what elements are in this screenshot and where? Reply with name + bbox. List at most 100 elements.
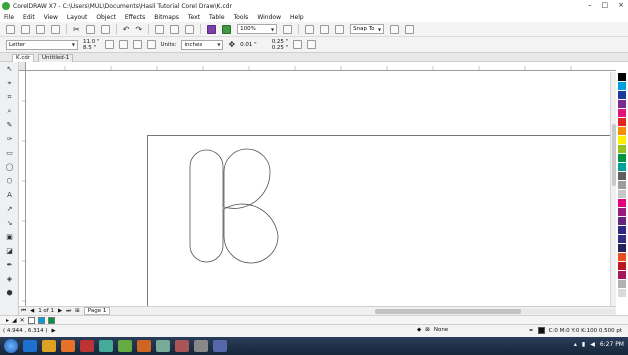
menu-table[interactable]: Table: [209, 14, 225, 21]
app-icon[interactable]: [194, 340, 208, 352]
all-pages-icon[interactable]: [132, 40, 142, 49]
crop-icon[interactable]: ⌗: [5, 93, 14, 101]
horizontal-scroll-thumb[interactable]: [375, 309, 521, 314]
internet-explorer-icon[interactable]: [23, 340, 37, 352]
palette-swatch[interactable]: [618, 181, 626, 189]
palette-menu-icon[interactable]: ◢: [12, 317, 17, 324]
palette-swatch[interactable]: [618, 73, 626, 81]
palette-swatch[interactable]: [618, 199, 626, 207]
application-launcher-icon[interactable]: [207, 24, 217, 34]
menu-edit[interactable]: Edit: [23, 14, 35, 21]
last-page-icon[interactable]: ⏭: [66, 308, 71, 315]
volume-icon[interactable]: ◀: [590, 341, 595, 348]
undo-icon[interactable]: ↶: [123, 25, 130, 34]
quick-customize-icon[interactable]: [307, 40, 317, 49]
drawing-canvas[interactable]: [26, 72, 610, 306]
minimize-button[interactable]: –: [588, 1, 592, 9]
palette-swatch[interactable]: [618, 64, 626, 72]
palette-arrow-icon[interactable]: ▸: [6, 317, 9, 324]
parallel-dimension-icon[interactable]: ↗: [5, 205, 14, 213]
play-icon[interactable]: ▶: [52, 328, 56, 334]
palette-swatch[interactable]: [618, 118, 626, 126]
pick-icon[interactable]: ↖: [5, 65, 14, 73]
print-icon[interactable]: [51, 24, 60, 34]
color-eyedropper-icon[interactable]: ✒: [5, 261, 14, 269]
artistic-media-icon[interactable]: ✑: [5, 135, 14, 143]
snap-to-dropdown[interactable]: Snap To ▼: [350, 24, 385, 34]
doc-swatch-green[interactable]: [47, 316, 55, 324]
connector-icon[interactable]: ↘: [5, 219, 14, 227]
zoom-level-dropdown[interactable]: 100% ▼: [237, 24, 278, 34]
open-icon[interactable]: [21, 24, 30, 34]
menu-file[interactable]: File: [4, 14, 14, 21]
polygon-icon[interactable]: ⬡: [5, 177, 14, 185]
tab-untitled-1[interactable]: Untitled-1: [38, 54, 74, 62]
text-icon[interactable]: A: [5, 191, 14, 199]
firefox-icon[interactable]: [61, 340, 75, 352]
palette-swatch[interactable]: [618, 271, 626, 279]
page-tab[interactable]: Page 1: [83, 307, 111, 315]
smart-fill-icon[interactable]: ⬢: [5, 289, 14, 297]
menu-window[interactable]: Window: [257, 14, 281, 21]
full-screen-icon[interactable]: [283, 24, 293, 34]
palette-swatch[interactable]: [618, 244, 626, 252]
palette-swatch[interactable]: [618, 100, 626, 108]
zoom-icon[interactable]: ⌕: [5, 107, 14, 115]
paste-icon[interactable]: [100, 24, 110, 34]
tab-k-cdr[interactable]: K.cdr: [12, 54, 35, 62]
coreldraw-app-icon[interactable]: [2, 2, 10, 10]
palette-swatch[interactable]: [618, 217, 626, 225]
coreldraw-taskbar-icon[interactable]: [118, 340, 132, 352]
app-icon[interactable]: [137, 340, 151, 352]
show-guidelines-icon[interactable]: [335, 24, 345, 34]
application-options-icon[interactable]: [405, 24, 415, 34]
page-height-field[interactable]: 8.5 ": [83, 45, 100, 51]
add-page-icon[interactable]: ⊞: [75, 308, 80, 314]
start-button[interactable]: [4, 339, 18, 353]
new-document-icon[interactable]: [6, 24, 15, 34]
paper-size-dropdown[interactable]: Letter ▼: [6, 39, 78, 50]
palette-swatch[interactable]: [618, 163, 626, 171]
doc-swatch-blue[interactable]: [37, 316, 45, 324]
menu-help[interactable]: Help: [290, 14, 304, 21]
coreldraw-active-icon[interactable]: [156, 340, 170, 352]
options-icon[interactable]: [390, 24, 400, 34]
interactive-fill-icon[interactable]: ◈: [5, 275, 14, 283]
maximize-button[interactable]: □: [602, 1, 609, 9]
next-page-icon[interactable]: ▶: [58, 308, 62, 314]
network-icon[interactable]: ▮: [582, 341, 585, 348]
redo-icon[interactable]: ↷: [135, 25, 142, 34]
import-icon[interactable]: [170, 24, 180, 34]
show-grid-icon[interactable]: [320, 24, 330, 34]
show-rulers-icon[interactable]: [305, 24, 315, 34]
close-button[interactable]: ×: [618, 1, 624, 9]
app-icon[interactable]: [175, 340, 189, 352]
outline-color-swatch[interactable]: [537, 327, 545, 334]
palette-swatch[interactable]: [618, 145, 626, 153]
palette-swatch[interactable]: [618, 235, 626, 243]
palette-swatch[interactable]: [618, 190, 626, 198]
menu-layout[interactable]: Layout: [67, 14, 87, 21]
units-dropdown[interactable]: inches ▼: [181, 39, 224, 50]
palette-swatch[interactable]: [618, 253, 626, 261]
treat-as-filled-icon[interactable]: [293, 40, 303, 49]
vertical-ruler[interactable]: [19, 71, 26, 306]
search-content-icon[interactable]: [155, 24, 165, 34]
portrait-icon[interactable]: [104, 40, 114, 49]
palette-swatch[interactable]: [618, 289, 626, 297]
file-explorer-icon[interactable]: [42, 340, 56, 352]
tray-arrow-icon[interactable]: ▴: [574, 341, 577, 348]
welcome-screen-icon[interactable]: [222, 24, 232, 34]
palette-swatch[interactable]: [618, 109, 626, 117]
nudge-field[interactable]: 0.01 ": [240, 42, 257, 48]
palette-swatch[interactable]: [618, 226, 626, 234]
current-page-icon[interactable]: [146, 40, 156, 49]
palette-swatch[interactable]: [618, 172, 626, 180]
menu-text[interactable]: Text: [188, 14, 200, 21]
duplicate-y-field[interactable]: 0.25 ": [272, 45, 289, 51]
chrome-icon[interactable]: [99, 340, 113, 352]
rectangle-icon[interactable]: ▭: [5, 149, 14, 157]
first-page-icon[interactable]: ⏮: [21, 308, 26, 315]
menu-view[interactable]: View: [44, 14, 58, 21]
palette-swatch[interactable]: [618, 280, 626, 288]
